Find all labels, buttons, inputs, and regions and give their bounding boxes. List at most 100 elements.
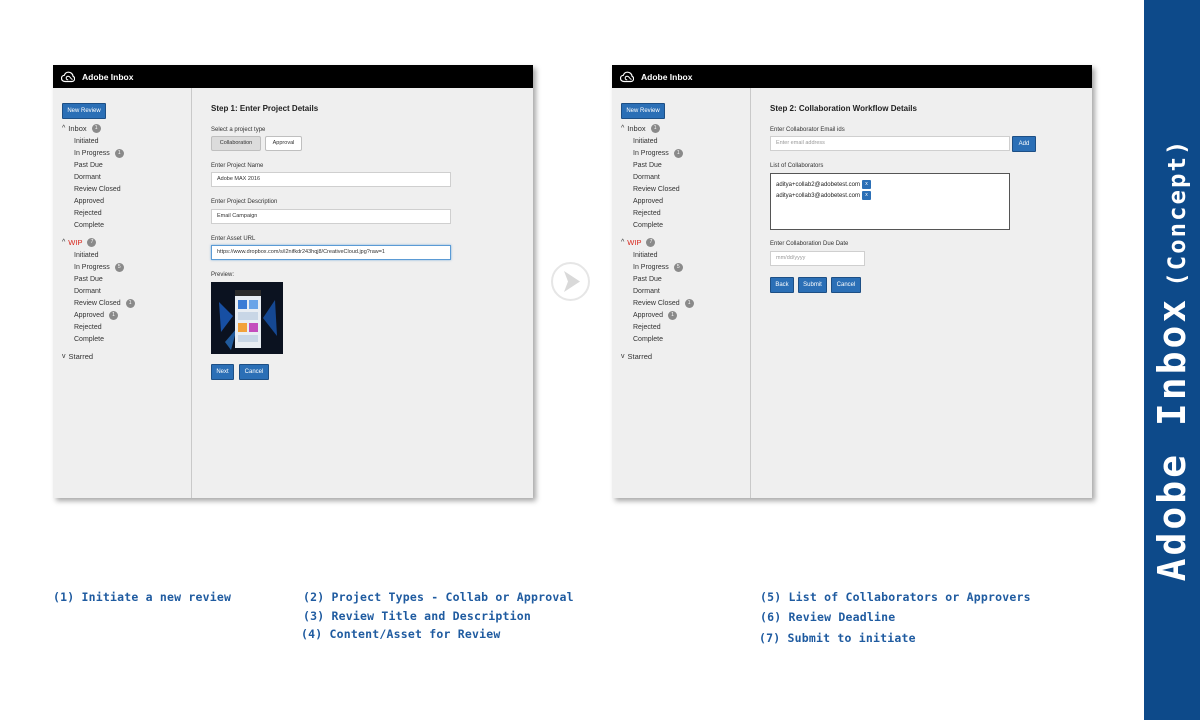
sidebar-item-rejected[interactable]: Rejected [633, 322, 661, 332]
sidebar-item-label: Approved [74, 197, 104, 205]
sidebar-item-dormant[interactable]: Dormant [633, 286, 660, 296]
sidebar-item-dormant[interactable]: Dormant [74, 172, 101, 182]
sidebar-group-wip[interactable]: ^ WIP 7 [621, 238, 656, 247]
sidebar-item-initiated[interactable]: Initiated [74, 250, 99, 260]
collaborators-list: aditya+collab2@adobetest.com x aditya+co… [770, 173, 1010, 230]
back-button[interactable]: Back [770, 277, 794, 293]
sidebar-item-dormant[interactable]: Dormant [633, 172, 660, 182]
new-review-button[interactable]: New Review [62, 103, 106, 119]
count-badge: 1 [114, 148, 124, 158]
sidebar-item-in-progress[interactable]: In Progress 5 [633, 262, 683, 272]
collaboration-type-button[interactable]: Collaboration [211, 136, 261, 151]
approval-type-button[interactable]: Approval [265, 136, 302, 151]
sidebar-item-initiated[interactable]: Initiated [74, 136, 99, 146]
step1-form: Step 1: Enter Project Details Select a p… [211, 88, 521, 488]
sidebar-group-label: Starred [68, 352, 94, 361]
sidebar-item-label: In Progress [74, 263, 110, 271]
sidebar-item-label: Initiated [74, 137, 99, 145]
sidebar-item-complete[interactable]: Complete [633, 220, 663, 230]
sidebar-group-starred[interactable]: v Starred [621, 352, 652, 361]
project-name-input[interactable]: Adobe MAX 2016 [211, 172, 451, 187]
add-collaborator-button[interactable]: Add [1012, 136, 1036, 152]
sidebar-item-label: In Progress [633, 149, 669, 157]
submit-button[interactable]: Submit [798, 277, 827, 293]
sidebar-item-approved[interactable]: Approved [633, 196, 663, 206]
sidebar-item-label: Past Due [74, 161, 103, 169]
sidebar-item-dormant[interactable]: Dormant [74, 286, 101, 296]
new-review-button[interactable]: New Review [621, 103, 665, 119]
next-button[interactable]: Next [211, 364, 234, 380]
sidebar-item-review-closed[interactable]: Review Closed [633, 184, 680, 194]
cancel-button[interactable]: Cancel [239, 364, 269, 380]
sidebar-group-inbox[interactable]: ^ Inbox 1 [62, 124, 101, 133]
sidebar-item-label: Past Due [633, 161, 662, 169]
sidebar-group-inbox[interactable]: ^ Inbox 1 [621, 124, 660, 133]
chevron-up-icon: ^ [621, 239, 625, 246]
sidebar-item-past-due[interactable]: Past Due [74, 274, 103, 284]
remove-collaborator-button[interactable]: x [861, 180, 871, 189]
preview-thumbnail-icon [211, 282, 283, 354]
sidebar-group-wip[interactable]: ^ WIP 7 [62, 238, 97, 247]
sidebar-item-rejected[interactable]: Rejected [74, 208, 102, 218]
sidebar-item-label: Complete [633, 221, 663, 229]
sidebar-item-approved[interactable]: Approved 1 [633, 310, 677, 320]
sidebar-item-rejected[interactable]: Rejected [633, 208, 661, 218]
sidebar-item-complete[interactable]: Complete [74, 334, 104, 344]
chevron-down-icon: v [62, 353, 66, 360]
sidebar-item-label: Approved [74, 311, 104, 319]
sidebar-item-review-closed[interactable]: Review Closed [74, 184, 121, 194]
chevron-up-icon: ^ [621, 125, 625, 132]
collaborator-email-input[interactable]: Enter email address [770, 136, 1010, 151]
asset-url-input[interactable]: https://www.dropbox.com/s/i2nifkdr243hqj… [211, 245, 451, 260]
sidebar-item-label: Dormant [633, 173, 660, 181]
count-badge: 1 [673, 148, 683, 158]
count-badge: 7 [646, 238, 656, 247]
banner-text: Adobe Inbox (Concept) [1150, 139, 1194, 582]
sidebar-item-initiated[interactable]: Initiated [633, 136, 658, 146]
count-badge: 7 [87, 238, 97, 247]
step-title: Step 2: Collaboration Workflow Details [770, 104, 917, 113]
sidebar: New Review ^ Inbox 1 Initiated In Progre… [53, 88, 192, 498]
list-item: aditya+collab2@adobetest.com x [776, 180, 871, 189]
sidebar-item-label: Complete [633, 335, 663, 343]
asset-url-label: Enter Asset URL [211, 236, 256, 242]
sidebar-item-approved[interactable]: Approved 1 [74, 310, 118, 320]
sidebar-item-past-due[interactable]: Past Due [633, 274, 662, 284]
sidebar-item-complete[interactable]: Complete [633, 334, 663, 344]
sidebar-item-label: Initiated [633, 137, 658, 145]
sidebar-item-label: Approved [633, 197, 663, 205]
collaborator-email-label: Enter Collaborator Email ids [770, 127, 845, 133]
sidebar-item-in-progress[interactable]: In Progress 5 [74, 262, 124, 272]
sidebar-item-approved[interactable]: Approved [74, 196, 104, 206]
remove-collaborator-button[interactable]: x [861, 191, 871, 200]
sidebar-item-label: Rejected [633, 209, 661, 217]
cancel-button[interactable]: Cancel [831, 277, 861, 293]
sidebar-group-starred[interactable]: v Starred [62, 352, 93, 361]
sidebar-item-past-due[interactable]: Past Due [633, 160, 662, 170]
sidebar-item-label: Past Due [74, 275, 103, 283]
sidebar-item-review-closed[interactable]: Review Closed 1 [633, 298, 694, 308]
due-date-input[interactable]: mm/dd/yyyy [770, 251, 865, 266]
sidebar-item-label: Review Closed [633, 185, 680, 193]
banner-subtitle: (Concept) [1163, 138, 1191, 287]
project-description-label: Enter Project Description [211, 199, 278, 205]
sidebar-item-past-due[interactable]: Past Due [74, 160, 103, 170]
collaborator-email: aditya+collab2@adobetest.com [776, 181, 860, 188]
count-badge: 5 [114, 262, 124, 272]
sidebar-item-rejected[interactable]: Rejected [74, 322, 102, 332]
sidebar-item-label: Approved [633, 311, 663, 319]
sidebar-group-label: Inbox [68, 124, 87, 133]
app-window-step1: Adobe Inbox New Review ^ Inbox 1 Initiat… [53, 65, 533, 498]
sidebar-item-initiated[interactable]: Initiated [633, 250, 658, 260]
sidebar-item-in-progress[interactable]: In Progress 1 [74, 148, 124, 158]
project-description-input[interactable]: Email Campaign [211, 209, 451, 224]
count-badge: 1 [684, 298, 694, 308]
sidebar-item-review-closed[interactable]: Review Closed 1 [74, 298, 135, 308]
sidebar-item-complete[interactable]: Complete [74, 220, 104, 230]
sidebar-item-label: Initiated [633, 251, 658, 259]
sidebar-item-in-progress[interactable]: In Progress 1 [633, 148, 683, 158]
due-date-label: Enter Collaboration Due Date [770, 241, 849, 247]
side-banner: Adobe Inbox (Concept) [1144, 0, 1200, 720]
caption-initiate: (1) Initiate a new review [53, 590, 232, 604]
count-badge: 1 [91, 124, 101, 133]
